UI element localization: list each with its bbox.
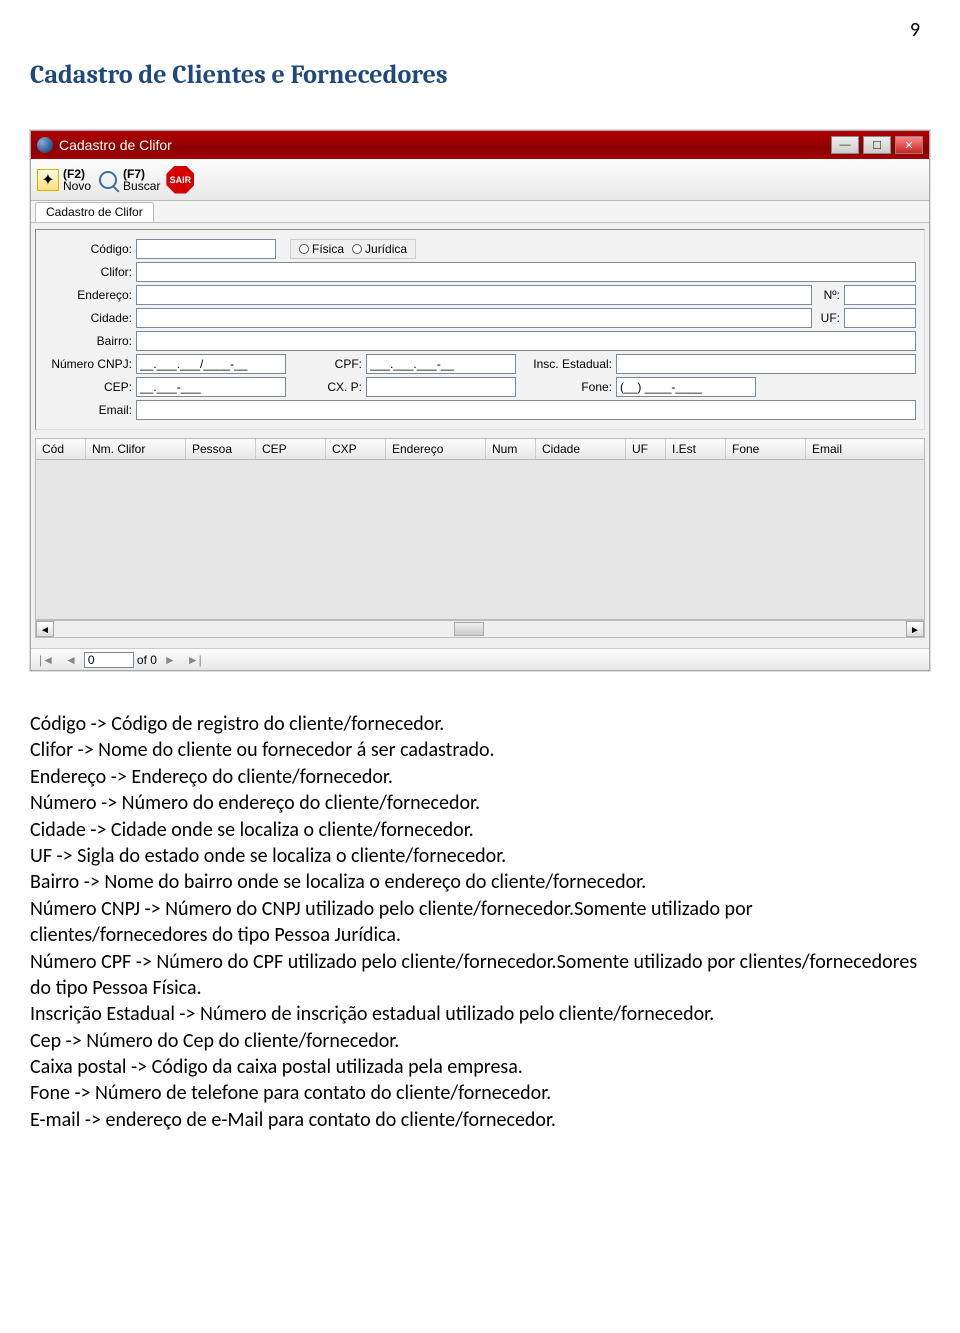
uf-label: UF:	[812, 311, 844, 325]
cpf-label: CPF:	[286, 357, 366, 371]
document-heading: Cadastro de Clientes e Fornecedores	[30, 60, 930, 90]
app-icon	[37, 137, 53, 153]
minimize-button[interactable]: —	[831, 136, 859, 154]
body-line: Código -> Código de registro do cliente/…	[30, 711, 930, 737]
endereco-input[interactable]	[136, 285, 812, 305]
cep-label: CEP:	[44, 380, 136, 394]
body-line: Clifor -> Nome do cliente ou fornecedor …	[30, 737, 930, 763]
stop-icon: SAIR	[166, 166, 194, 194]
buscar-shortcut: (F7)	[123, 168, 160, 180]
clifor-label: Clifor:	[44, 265, 136, 279]
body-line: Número CPF -> Número do CPF utilizado pe…	[30, 949, 930, 1002]
record-navigator: |◄ ◄ of 0 ► ►|	[31, 648, 929, 670]
col-email[interactable]: Email	[806, 439, 924, 459]
document-body: Código -> Código de registro do cliente/…	[30, 711, 930, 1133]
col-cidade[interactable]: Cidade	[536, 439, 626, 459]
search-icon	[97, 169, 119, 191]
codigo-input[interactable]	[136, 239, 276, 259]
body-line: Cidade -> Cidade onde se localiza o clie…	[30, 817, 930, 843]
window-title: Cadastro de Clifor	[59, 137, 172, 153]
cidade-input[interactable]	[136, 308, 812, 328]
bairro-input[interactable]	[136, 331, 916, 351]
body-line: Bairro -> Nome do bairro onde se localiz…	[30, 869, 930, 895]
cnpj-input[interactable]	[136, 354, 286, 374]
nav-first-button[interactable]: |◄	[35, 653, 58, 667]
scroll-track[interactable]	[54, 621, 906, 637]
col-cxp[interactable]: CXP	[326, 439, 386, 459]
nav-last-button[interactable]: ►|	[183, 653, 206, 667]
close-button[interactable]: ✕	[895, 136, 923, 154]
col-fone[interactable]: Fone	[726, 439, 806, 459]
nav-prev-button[interactable]: ◄	[61, 653, 81, 667]
fone-input[interactable]	[616, 377, 756, 397]
endereco-label: Endereço:	[44, 288, 136, 302]
nav-current-input[interactable]	[84, 652, 134, 668]
insc-label: Insc. Estadual:	[516, 357, 616, 371]
tab-cadastro[interactable]: Cadastro de Clifor	[35, 202, 154, 222]
novo-button[interactable]: ✦ (F2) Novo	[37, 168, 91, 192]
app-window: Cadastro de Clifor — ☐ ✕ ✦ (F2) Novo (F7…	[30, 130, 930, 671]
body-line: E-mail -> endereço de e-Mail para contat…	[30, 1107, 930, 1133]
scroll-left-button[interactable]: ◄	[36, 621, 54, 637]
numero-input[interactable]	[844, 285, 916, 305]
grid-header: Cód Nm. Clifor Pessoa CEP CXP Endereço N…	[35, 438, 925, 460]
radio-fisica-label: Física	[312, 242, 344, 256]
col-cep[interactable]: CEP	[256, 439, 326, 459]
fone-label: Fone:	[516, 380, 616, 394]
pessoa-group: Física Jurídica	[290, 239, 416, 259]
body-line: Número CNPJ -> Número do CNPJ utilizado …	[30, 896, 930, 949]
col-uf[interactable]: UF	[626, 439, 666, 459]
form-area: Código: Física Jurídica Clifor: Endereço…	[31, 223, 929, 648]
radio-fisica[interactable]: Física	[299, 242, 344, 256]
buscar-button[interactable]: (F7) Buscar	[97, 168, 160, 192]
new-icon: ✦	[37, 169, 59, 191]
col-pessoa[interactable]: Pessoa	[186, 439, 256, 459]
maximize-button[interactable]: ☐	[863, 136, 891, 154]
horizontal-scrollbar[interactable]: ◄ ►	[35, 620, 925, 638]
uf-input[interactable]	[844, 308, 916, 328]
novo-label: Novo	[63, 180, 91, 192]
col-num[interactable]: Num	[486, 439, 536, 459]
radio-juridica-label: Jurídica	[365, 242, 407, 256]
cxp-input[interactable]	[366, 377, 516, 397]
cep-input[interactable]	[136, 377, 286, 397]
body-line: Fone -> Número de telefone para contato …	[30, 1080, 930, 1106]
toolbar: ✦ (F2) Novo (F7) Buscar SAIR	[31, 159, 929, 201]
col-endereco[interactable]: Endereço	[386, 439, 486, 459]
nav-next-button[interactable]: ►	[160, 653, 180, 667]
body-line: Número -> Número do endereço do cliente/…	[30, 790, 930, 816]
scroll-right-button[interactable]: ►	[906, 621, 924, 637]
insc-input[interactable]	[616, 354, 916, 374]
codigo-label: Código:	[44, 242, 136, 256]
cxp-label: CX. P:	[286, 380, 366, 394]
page-number: 9	[910, 18, 920, 42]
col-nmclifor[interactable]: Nm. Clifor	[86, 439, 186, 459]
col-cod[interactable]: Cód	[36, 439, 86, 459]
cidade-label: Cidade:	[44, 311, 136, 325]
numero-label: Nº:	[812, 288, 844, 302]
body-line: UF -> Sigla do estado onde se localiza o…	[30, 843, 930, 869]
grid-body[interactable]	[35, 460, 925, 620]
cpf-input[interactable]	[366, 354, 516, 374]
email-input[interactable]	[136, 400, 916, 420]
buscar-label: Buscar	[123, 180, 160, 192]
col-iest[interactable]: I.Est	[666, 439, 726, 459]
nav-of-label: of 0	[137, 653, 157, 667]
body-line: Caixa postal -> Código da caixa postal u…	[30, 1054, 930, 1080]
radio-juridica[interactable]: Jurídica	[352, 242, 407, 256]
sair-button[interactable]: SAIR	[166, 166, 194, 194]
tabstrip: Cadastro de Clifor	[31, 201, 929, 223]
bairro-label: Bairro:	[44, 334, 136, 348]
body-line: Endereço -> Endereço do cliente/forneced…	[30, 764, 930, 790]
clifor-input[interactable]	[136, 262, 916, 282]
novo-shortcut: (F2)	[63, 168, 91, 180]
titlebar: Cadastro de Clifor — ☐ ✕	[31, 131, 929, 159]
body-line: Inscrição Estadual -> Número de inscriçã…	[30, 1001, 930, 1027]
cnpj-label: Número CNPJ:	[44, 357, 136, 371]
email-label: Email:	[44, 403, 136, 417]
scroll-thumb[interactable]	[454, 622, 484, 636]
body-line: Cep -> Número do Cep do cliente/forneced…	[30, 1028, 930, 1054]
